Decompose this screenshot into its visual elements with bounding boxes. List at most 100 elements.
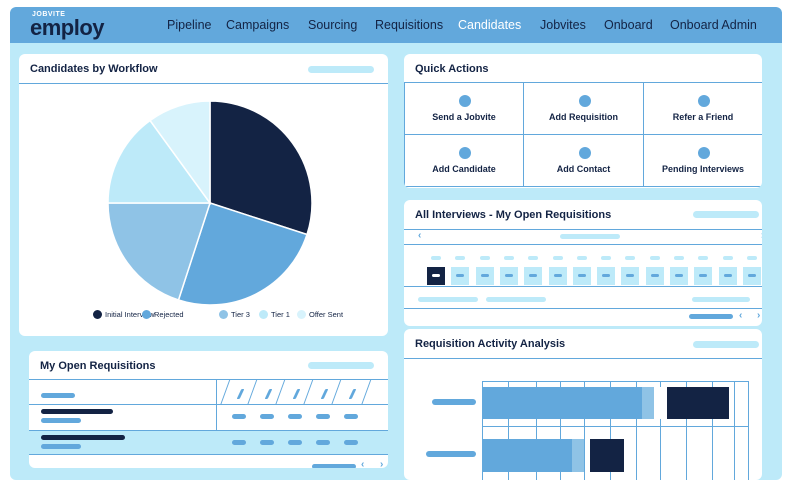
day-marker [723,274,732,277]
top-navigation: JOBVITE employ Pipeline Campaigns Sourci… [10,7,782,43]
legend-swatch [297,310,306,319]
chevron-right-icon[interactable]: › [761,230,762,241]
day-header-placeholder [552,256,563,260]
nav-requisitions[interactable]: Requisitions [375,18,443,32]
chevron-right-icon[interactable]: › [757,310,760,321]
row-divider [404,286,762,287]
day-header-placeholder [576,256,587,260]
footer-placeholder [486,297,546,302]
action-label: Pending Interviews [661,164,745,174]
row-cell-value [316,414,330,419]
table-row-selected[interactable] [29,431,388,454]
nav-candidates[interactable]: Candidates [458,18,521,32]
quick-actions-card: Quick Actions Send a Jobvite Add Requisit… [404,54,762,188]
activity-bar-segment [667,387,729,419]
day-cell[interactable] [645,267,664,285]
row-divider [404,308,762,309]
legend-item[interactable]: Tier 3 [219,310,250,319]
day-marker [529,274,538,277]
legend-item[interactable]: Tier 1 [259,310,290,319]
day-marker [626,274,635,277]
nav-onboard[interactable]: Onboard [604,18,653,32]
day-cell[interactable] [694,267,713,285]
activity-bar-segment [590,439,624,472]
legend-label: Offer Sent [309,310,344,319]
row-name-placeholder [41,435,125,440]
day-cell[interactable] [548,267,567,285]
table-row[interactable] [29,405,388,430]
day-cell[interactable] [499,267,518,285]
row-cell-value [288,414,302,419]
day-cell[interactable] [451,267,470,285]
column-header-marker [236,389,245,399]
nav-onboard-admin[interactable]: Onboard Admin [670,18,757,32]
day-header-placeholder [479,256,490,260]
chevron-right-icon[interactable]: › [380,459,383,468]
day-cell[interactable] [621,267,640,285]
day-header-placeholder [455,256,466,260]
workflow-pie-chart [107,100,313,306]
column-divider [275,379,286,404]
quick-action-add-requisition[interactable]: Add Requisition [523,82,644,135]
footer-placeholder [692,297,750,302]
quick-action-add-contact[interactable]: Add Contact [523,134,644,187]
day-cell-selected[interactable] [427,267,445,285]
day-cell[interactable] [718,267,737,285]
day-header-placeholder [601,256,612,260]
day-marker [650,274,659,277]
legend-item[interactable]: Rejected [142,310,184,319]
nav-sourcing[interactable]: Sourcing [308,18,357,32]
quick-action-add-candidate[interactable]: Add Candidate [404,134,524,187]
action-label: Add Candidate [432,164,496,174]
day-header-placeholder [698,256,709,260]
action-label: Refer a Friend [672,112,734,122]
day-marker [504,274,513,277]
row-cell-value [344,440,358,445]
quick-action-pending-interviews[interactable]: Pending Interviews [643,134,762,187]
column-header-placeholder [41,393,75,398]
grid-line [734,381,735,480]
day-cell[interactable] [597,267,616,285]
employ-logo[interactable]: JOBVITE employ [30,11,114,40]
placeholder-bar [308,362,374,369]
column-header-marker [320,389,329,399]
day-marker [675,274,683,277]
chevron-left-icon[interactable]: ‹ [361,459,364,468]
day-cell[interactable] [742,267,761,285]
column-divider [220,379,231,404]
action-label: Add Requisition [549,112,618,122]
row-cell-value [344,414,358,419]
legend-swatch [259,310,268,319]
column-header-marker [292,389,301,399]
day-cell[interactable] [572,267,591,285]
activity-bar-segment [482,439,572,472]
quick-action-refer-a-friend[interactable]: Refer a Friend [643,82,762,135]
chevron-left-icon[interactable]: ‹ [739,310,742,321]
action-label: Add Contact [556,164,611,174]
action-icon [698,95,710,107]
day-cell[interactable] [475,267,494,285]
card-title: Quick Actions [415,63,489,75]
day-cell[interactable] [524,267,543,285]
grid-line [748,381,749,480]
row-label-placeholder [426,451,476,457]
legend-label: Tier 1 [271,310,290,319]
day-marker [602,274,611,277]
nav-campaigns[interactable]: Campaigns [226,18,289,32]
column-header-marker [264,389,273,399]
column-divider [303,379,314,404]
nav-pipeline[interactable]: Pipeline [167,18,211,32]
logo-text: employ [30,15,105,40]
nav-jobvites[interactable]: Jobvites [540,18,586,32]
day-header-placeholder [528,256,539,260]
legend-item[interactable]: Offer Sent [297,310,343,319]
day-cell[interactable] [670,267,688,285]
pagination-placeholder [312,464,356,468]
day-header-placeholder [674,256,684,260]
chevron-left-icon[interactable]: ‹ [418,230,421,241]
requisition-activity-card: Requisition Activity Analysis [404,329,762,480]
activity-bar-segment [482,387,642,419]
action-icon [578,147,591,159]
quick-action-send-a-jobvite[interactable]: Send a Jobvite [404,82,524,135]
row-subtext-placeholder [41,444,81,449]
